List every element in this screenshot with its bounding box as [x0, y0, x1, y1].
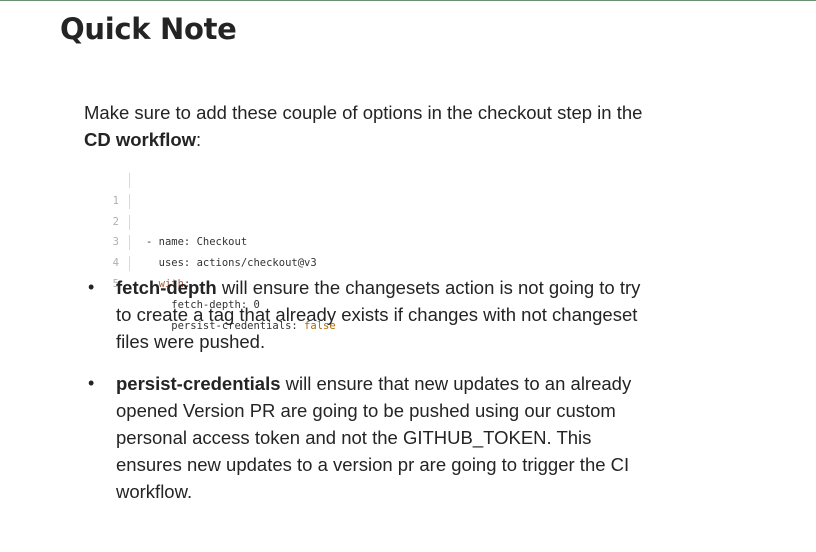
code-block: 1 - name: Checkout 2 uses: actions/check…: [108, 170, 336, 332]
list-item: • fetch-depth will ensure the changesets…: [84, 274, 644, 355]
options-list: • fetch-depth will ensure the changesets…: [84, 274, 644, 520]
code-line: 2 uses: actions/checkout@v3: [108, 191, 317, 269]
option-term: persist-credentials: [116, 373, 281, 394]
list-item: • persist-credentials will ensure that n…: [84, 370, 644, 505]
gutter-divider: [129, 173, 130, 188]
code-text: uses: actions/checkout@v3: [146, 257, 317, 270]
bullet-icon: •: [88, 373, 95, 393]
code-line: 1 - name: Checkout: [108, 170, 247, 248]
intro-text: Make sure to add these couple of options…: [84, 102, 643, 123]
top-divider: [0, 0, 816, 1]
gutter-divider: [129, 193, 130, 209]
gutter-divider: [129, 214, 130, 230]
gutter-divider: [129, 235, 130, 251]
intro-paragraph: Make sure to add these couple of options…: [84, 99, 644, 153]
code-line: 4 fetch-depth: 0: [108, 232, 260, 311]
code-line: 5 persist-credentials: false: [108, 253, 336, 332]
intro-bold: CD workflow: [84, 129, 197, 150]
page-title: Quick Note: [60, 12, 237, 46]
code-line: 3 with:: [108, 212, 190, 290]
gutter-divider: [129, 256, 130, 272]
option-term: fetch-depth: [116, 277, 217, 298]
code-text: - name: Checkout: [146, 236, 248, 249]
intro-suffix: :: [196, 129, 202, 150]
bullet-icon: •: [88, 277, 95, 297]
